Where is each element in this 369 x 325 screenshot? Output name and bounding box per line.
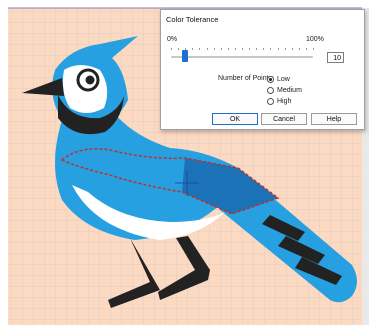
slider-tick xyxy=(227,48,229,50)
slider-tick xyxy=(171,48,172,50)
slider-tick xyxy=(242,48,243,50)
slider-tick xyxy=(291,48,293,50)
slider-tick xyxy=(249,48,251,50)
number-of-points-label: Number of Points: xyxy=(218,75,275,82)
slider-tick xyxy=(234,48,236,50)
slider-tick xyxy=(213,48,215,50)
cancel-button[interactable]: Cancel xyxy=(261,113,307,125)
radio-medium-label: Medium xyxy=(277,86,302,94)
tolerance-value-field[interactable]: 10 xyxy=(327,52,344,63)
slider-tick xyxy=(220,48,222,50)
radio-low-indicator[interactable] xyxy=(267,75,274,83)
slider-min-label: 0% xyxy=(167,36,178,43)
slider-tick xyxy=(305,48,307,50)
radio-medium[interactable]: Medium xyxy=(267,85,302,95)
help-button[interactable]: Help xyxy=(311,113,357,125)
tolerance-slider-thumb[interactable] xyxy=(182,50,189,62)
slider-tick xyxy=(263,48,265,50)
radio-high[interactable]: High xyxy=(267,96,291,106)
bird-pupil xyxy=(85,75,95,85)
ok-button[interactable]: OK xyxy=(212,113,258,125)
radio-high-label: High xyxy=(277,97,292,105)
slider-tick xyxy=(185,48,187,50)
tolerance-slider-track[interactable] xyxy=(171,56,313,58)
radio-low[interactable]: Low xyxy=(267,74,290,84)
slider-tick xyxy=(313,48,314,50)
slider-tick xyxy=(199,48,201,50)
slider-max-label: 100% xyxy=(306,36,324,43)
slider-tick xyxy=(298,48,300,50)
radio-high-indicator[interactable] xyxy=(267,97,274,105)
slider-tick xyxy=(192,48,194,50)
slider-tick xyxy=(284,48,286,50)
slider-tick xyxy=(270,48,272,50)
slider-tick xyxy=(277,48,279,50)
color-tolerance-dialog: Color Tolerance 0% 100% 10 Number of Poi… xyxy=(160,9,365,130)
slider-tick xyxy=(178,48,180,50)
slider-tick xyxy=(206,48,208,50)
dialog-title: Color Tolerance xyxy=(166,15,219,24)
radio-medium-indicator[interactable] xyxy=(267,86,274,94)
radio-low-label: Low xyxy=(277,75,290,83)
slider-tick xyxy=(256,48,258,50)
